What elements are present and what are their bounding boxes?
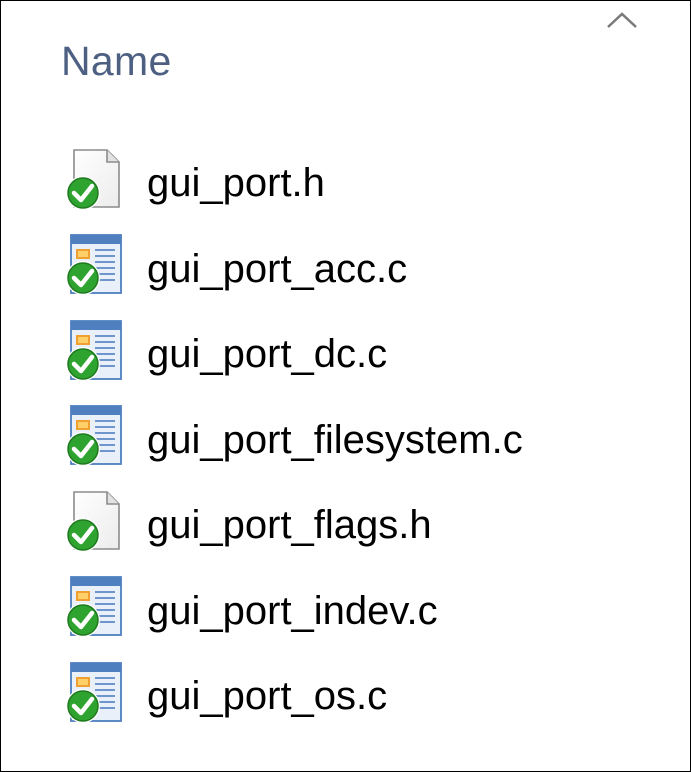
file-row[interactable]: gui_port_dc.c — [61, 312, 661, 398]
file-row[interactable]: gui_port_filesystem.c — [61, 398, 661, 484]
file-name: gui_port.h — [147, 161, 325, 206]
file-name: gui_port_dc.c — [147, 332, 388, 377]
file-explorer-panel: Name gui_port.h gui_port_acc.c gui_port_… — [0, 0, 691, 772]
file-row[interactable]: gui_port_acc.c — [61, 227, 661, 313]
name-column-header[interactable]: Name — [61, 31, 621, 91]
file-row[interactable]: gui_port_os.c — [61, 654, 661, 740]
file-name: gui_port_indev.c — [147, 588, 438, 633]
c-source-file-icon — [61, 401, 131, 471]
file-name: gui_port_acc.c — [147, 246, 408, 291]
chevron-up-icon[interactable] — [603, 7, 641, 31]
file-row[interactable]: gui_port.h — [61, 141, 661, 227]
c-source-file-icon — [61, 316, 131, 386]
file-name: gui_port_os.c — [147, 674, 388, 719]
c-source-file-icon — [61, 572, 131, 642]
header-file-icon — [61, 145, 131, 215]
name-column-header-label: Name — [61, 37, 172, 84]
file-name: gui_port_flags.h — [147, 503, 432, 548]
file-list: gui_port.h gui_port_acc.c gui_port_dc.c … — [61, 141, 661, 740]
c-source-file-icon — [61, 230, 131, 300]
header-file-icon — [61, 487, 131, 557]
file-name: gui_port_filesystem.c — [147, 417, 523, 462]
file-row[interactable]: gui_port_flags.h — [61, 483, 661, 569]
c-source-file-icon — [61, 658, 131, 728]
file-row[interactable]: gui_port_indev.c — [61, 569, 661, 655]
